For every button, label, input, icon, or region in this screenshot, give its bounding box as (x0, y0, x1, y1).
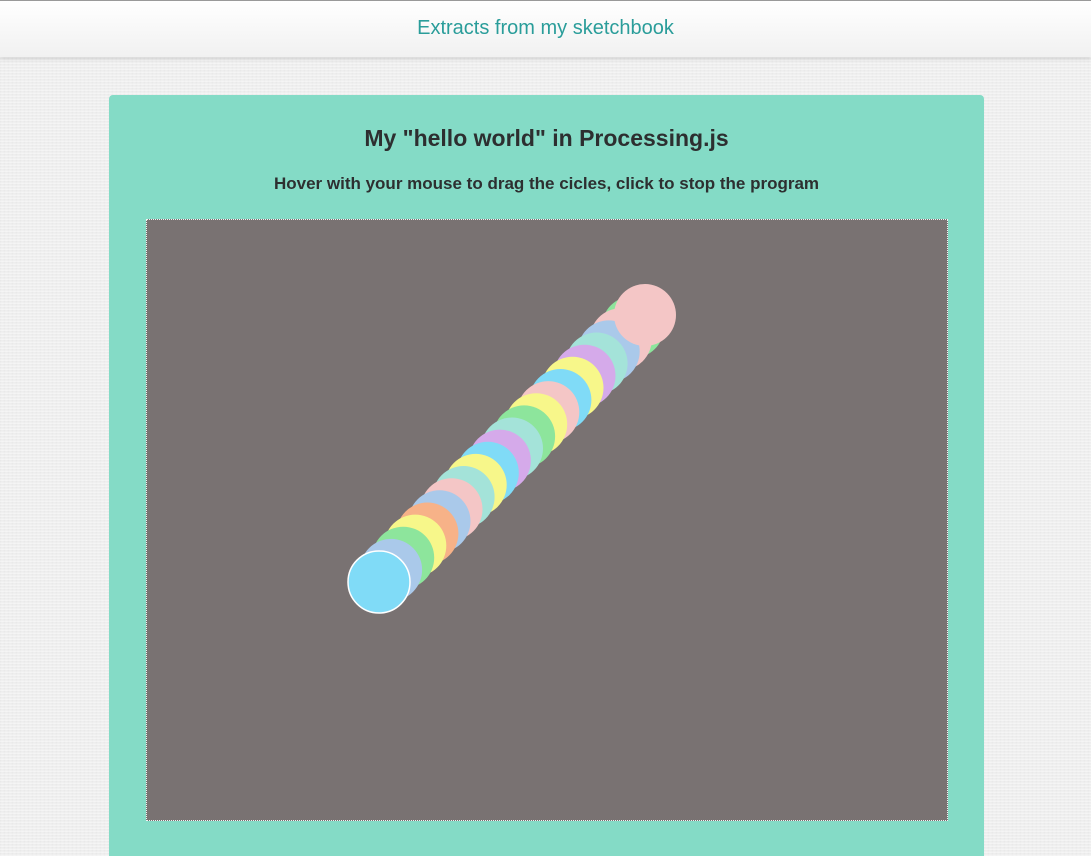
trail-head-circle (347, 550, 411, 614)
page-subtitle: Hover with your mouse to drag the cicles… (273, 174, 820, 193)
page-title: My "hello world" in Processing.js (364, 125, 729, 151)
top-navbar: Extracts from my sketchbook (0, 0, 1091, 57)
site-brand-link[interactable]: Extracts from my sketchbook (417, 17, 674, 40)
trail-circle (614, 284, 676, 346)
processing-canvas[interactable] (146, 219, 948, 821)
sketch-drawing (347, 284, 676, 614)
sketch-card: My "hello world" in Processing.js Hover … (109, 95, 984, 856)
